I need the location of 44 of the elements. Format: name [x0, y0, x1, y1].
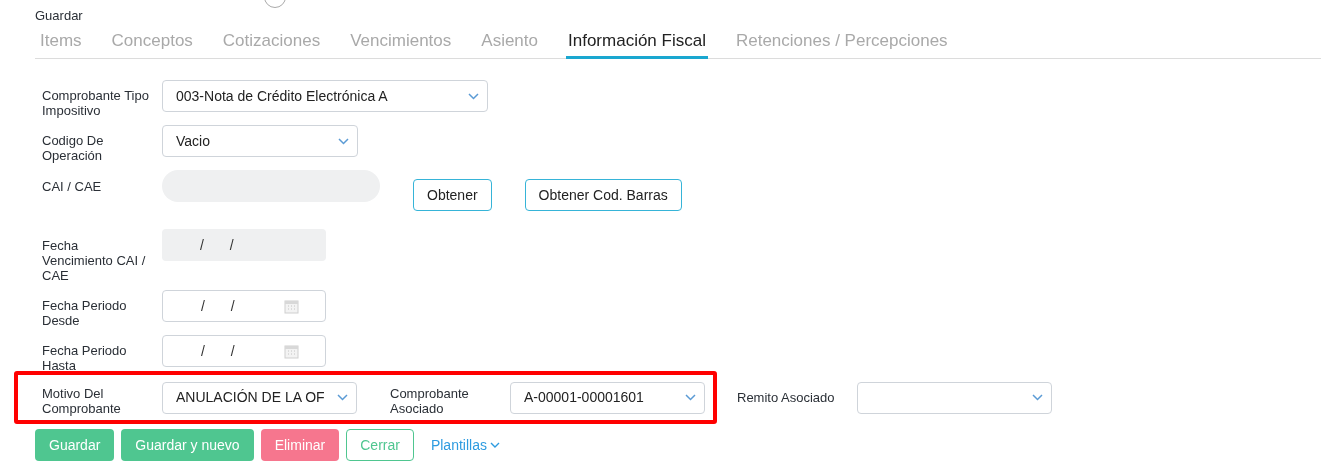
tab[interactable]: Vencimientos — [348, 30, 454, 59]
field-label: Fecha Periodo Hasta — [42, 343, 128, 373]
tab[interactable]: Información Fiscal — [566, 30, 708, 59]
field-label: Motivo Del Comprobante — [42, 384, 122, 416]
calendar-icon — [284, 298, 299, 314]
dropdown-link[interactable]: Plantillas — [420, 429, 510, 461]
chevron-down-icon — [1032, 394, 1043, 401]
date-value: / / — [200, 235, 234, 255]
date-value: / / — [201, 341, 235, 361]
select-value: ANULACIÓN DE LA OF — [176, 388, 325, 407]
tab[interactable]: Cotizaciones — [220, 30, 323, 59]
field-label: Fecha Periodo Desde — [42, 298, 128, 328]
select-field[interactable] — [857, 381, 1052, 414]
chevron-down-icon — [685, 394, 696, 401]
date-field[interactable]: / / — [162, 290, 326, 322]
calendar-icon — [284, 343, 299, 359]
select-field[interactable]: A-00001-00001601 — [510, 381, 705, 414]
date-value: / / — [201, 296, 235, 316]
action-button[interactable]: Guardar y nuevo — [121, 429, 254, 461]
action-button[interactable]: Guardar — [35, 429, 115, 461]
field-label: Codigo De Operación — [42, 133, 105, 163]
field-label: Fecha Vencimiento CAI / CAE — [42, 238, 147, 283]
chevron-down-icon — [338, 137, 349, 145]
field-label: Remito Asociado — [737, 388, 836, 407]
action-button[interactable]: Eliminar — [260, 429, 340, 461]
select-value: Vacio — [176, 131, 210, 151]
chevron-down-icon — [489, 441, 500, 449]
tab[interactable]: Items — [38, 30, 84, 59]
action-button[interactable]: Cerrar — [346, 429, 414, 461]
tab[interactable]: Conceptos — [109, 30, 195, 59]
tab[interactable]: Asiento — [479, 30, 540, 59]
field-label: Comprobante Tipo Impositivo — [42, 88, 150, 118]
field-label: Comprobante Asociado — [390, 384, 470, 416]
select-field[interactable]: 003-Nota de Crédito Electrónica A — [162, 80, 488, 112]
chevron-down-icon — [337, 394, 348, 401]
select-value: A-00001-00001601 — [524, 388, 644, 407]
field-label: CAI / CAE — [42, 179, 103, 194]
select-field[interactable]: ANULACIÓN DE LA OF — [162, 381, 357, 414]
tab[interactable]: Retenciones / Percepciones — [733, 30, 950, 59]
select-field[interactable]: Vacio — [162, 125, 358, 157]
page-title: Guardar — [35, 8, 83, 23]
chevron-down-icon — [468, 92, 479, 100]
select-value: 003-Nota de Crédito Electrónica A — [176, 86, 388, 106]
date-field[interactable]: / / — [162, 335, 326, 367]
